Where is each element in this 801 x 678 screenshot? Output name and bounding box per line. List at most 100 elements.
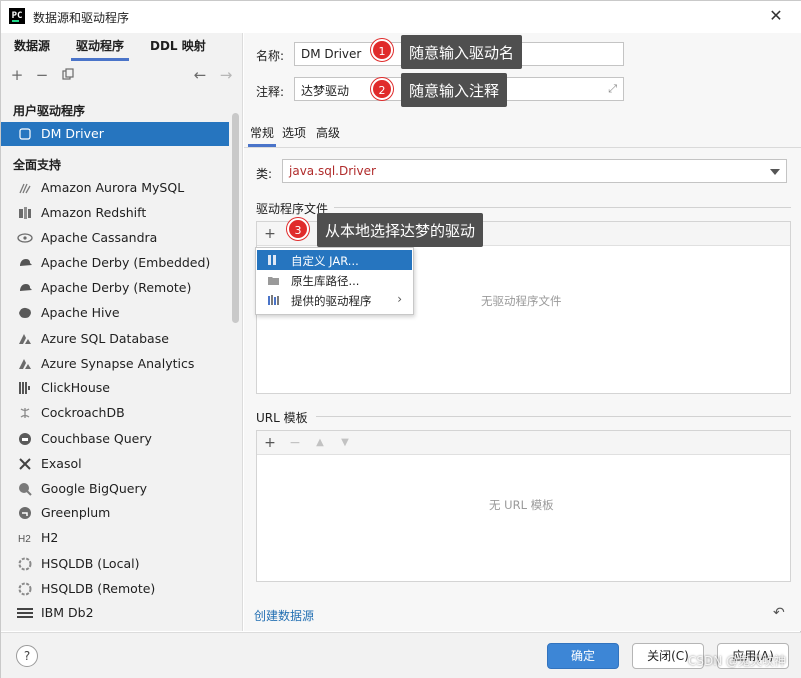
window-title: 数据源和驱动程序: [33, 11, 130, 25]
ok-button[interactable]: 确定: [547, 643, 619, 669]
bigquery-icon: [17, 481, 33, 497]
cockroach-icon: [17, 405, 33, 421]
move-up-icon[interactable]: ▲: [312, 434, 328, 452]
tree-item-ibm-db2[interactable]: IBM Db2: [1, 601, 229, 625]
tree-item-dm-driver[interactable]: DM Driver: [1, 122, 229, 146]
user-drivers-heading: 用户驱动程序: [13, 104, 86, 118]
annotation-note-1: 随意输入驱动名: [401, 35, 523, 69]
tree-item-cassandra[interactable]: Apache Cassandra: [1, 226, 229, 250]
move-down-icon[interactable]: ▼: [337, 434, 353, 452]
tab-drivers[interactable]: 驱动程序: [70, 37, 130, 61]
full-support-heading: 全面支持: [13, 158, 62, 172]
tab-advanced[interactable]: 高级: [316, 124, 340, 141]
chevron-right-icon: ›: [397, 292, 402, 306]
tree-item-couchbase[interactable]: Couchbase Query: [1, 427, 229, 451]
tree-scrollbar[interactable]: [232, 113, 239, 323]
add-driver-file-icon[interactable]: +: [262, 225, 278, 243]
derby-icon: [17, 255, 33, 271]
tree-item-azure-synapse[interactable]: Azure Synapse Analytics: [1, 352, 229, 376]
tree-item-derby-remote[interactable]: Apache Derby (Remote): [1, 276, 229, 300]
tree-item-cockroachdb[interactable]: CockroachDB: [1, 401, 229, 425]
tree-item-label: DM Driver: [41, 126, 104, 141]
comment-label: 注释:: [256, 85, 285, 99]
name-label: 名称:: [256, 49, 285, 63]
hsqldb-icon: [17, 556, 33, 572]
dialog-window: PC 数据源和驱动程序 ✕ 数据源 驱动程序 DDL 映射 + − ← → 用户…: [0, 0, 801, 678]
url-templates-toolbar: + − ▲ ▼: [257, 431, 790, 455]
tree-item-greenplum[interactable]: Greenplum: [1, 501, 229, 525]
tree-item-h2[interactable]: H2 H2: [1, 526, 229, 550]
left-tabs: 数据源 驱动程序 DDL 映射: [1, 33, 243, 61]
tree-item-aurora[interactable]: Amazon Aurora MySQL: [1, 176, 229, 200]
tab-ddl-mappings[interactable]: DDL 映射: [150, 37, 206, 54]
arrow-right-icon[interactable]: →: [217, 66, 235, 84]
azure-icon: [17, 356, 33, 372]
url-templates-empty: 无 URL 模板: [489, 498, 554, 512]
menu-item-provided-drivers[interactable]: 提供的驱动程序 ›: [257, 290, 412, 310]
tree-item-hive[interactable]: Apache Hive: [1, 301, 229, 325]
minus-icon[interactable]: −: [287, 434, 303, 452]
hive-icon: [17, 305, 33, 321]
menu-item-custom-jar[interactable]: 自定义 JAR...: [257, 250, 412, 270]
url-templates-box: + − ▲ ▼ 无 URL 模板: [256, 430, 791, 582]
greenplum-icon: [17, 505, 33, 521]
close-icon[interactable]: ✕: [766, 6, 786, 26]
tabs-divider: [244, 147, 801, 148]
tab-datasources[interactable]: 数据源: [14, 37, 50, 54]
add-driver-popup: 自定义 JAR... 原生库路径... 提供的驱动程序 ›: [255, 247, 414, 315]
annotation-note-3: 从本地选择达梦的驱动: [317, 213, 484, 247]
redshift-icon: [17, 205, 33, 221]
plus-icon[interactable]: +: [262, 434, 278, 452]
tree-item-hsqldb-remote[interactable]: HSQLDB (Remote): [1, 577, 229, 601]
annotation-note-2: 随意输入注释: [401, 73, 508, 107]
tree-item-clickhouse[interactable]: ClickHouse: [1, 376, 229, 400]
driver-files-empty: 无驱动程序文件: [481, 294, 562, 308]
copy-icon[interactable]: [59, 66, 77, 84]
svg-text:H2: H2: [18, 534, 31, 544]
tab-general[interactable]: 常规: [247, 124, 277, 147]
class-label: 类:: [256, 167, 273, 181]
jetbrains-app-icon: PC: [9, 8, 25, 24]
title-bar: PC 数据源和驱动程序 ✕: [1, 1, 801, 33]
minus-icon[interactable]: −: [33, 66, 51, 84]
tree-item-azure-sql[interactable]: Azure SQL Database: [1, 327, 229, 351]
watermark: CSDN @鬼灭吹神: [687, 654, 786, 668]
right-panel: 名称: DM Driver 注释: 达梦驱动 ⤢ 常规 选项 高级 类: jav…: [244, 33, 801, 631]
exasol-icon: [17, 456, 33, 472]
tree-item-redshift[interactable]: Amazon Redshift: [1, 201, 229, 225]
dialog-footer: ? 确定 关闭(C) 应用(A): [1, 632, 801, 678]
reset-icon[interactable]: ↶: [773, 605, 785, 621]
class-value: java.sql.Driver: [289, 164, 376, 178]
tree-item-hsqldb-local[interactable]: HSQLDB (Local): [1, 552, 229, 576]
tree-item-bigquery[interactable]: Google BigQuery: [1, 477, 229, 501]
driver-chip-icon: [17, 126, 33, 142]
tree-item-exasol[interactable]: Exasol: [1, 452, 229, 476]
expand-icon[interactable]: ⤢: [608, 82, 617, 96]
derby-icon: [17, 280, 33, 296]
cassandra-icon: [17, 230, 33, 246]
annotation-badge-3: 3: [287, 218, 309, 240]
url-templates-label: URL 模板: [256, 411, 308, 425]
aurora-icon: [17, 180, 33, 196]
left-toolbar: + − ← →: [1, 63, 243, 89]
tree-item-derby-embedded[interactable]: Apache Derby (Embedded): [1, 251, 229, 275]
group-divider: [334, 207, 791, 208]
tab-options[interactable]: 选项: [282, 124, 306, 141]
library-icon: [267, 294, 280, 306]
left-panel: 数据源 驱动程序 DDL 映射 + − ← → 用户驱动程序 DM Driver…: [1, 33, 243, 631]
ibm-icon: [17, 605, 33, 621]
menu-item-native-lib[interactable]: 原生库路径...: [257, 270, 412, 290]
help-button[interactable]: ?: [16, 645, 38, 667]
class-select[interactable]: java.sql.Driver: [282, 159, 787, 183]
folder-icon: [267, 274, 280, 286]
arrow-left-icon[interactable]: ←: [191, 66, 209, 84]
comment-value: 达梦驱动: [301, 84, 350, 98]
hsqldb-icon: [17, 581, 33, 597]
create-datasource-link[interactable]: 创建数据源: [254, 607, 314, 624]
group-divider: [316, 416, 791, 417]
couchbase-icon: [17, 431, 33, 447]
jar-icon: [267, 254, 280, 266]
azure-icon: [17, 331, 33, 347]
clickhouse-icon: [17, 380, 33, 396]
plus-icon[interactable]: +: [8, 66, 26, 84]
